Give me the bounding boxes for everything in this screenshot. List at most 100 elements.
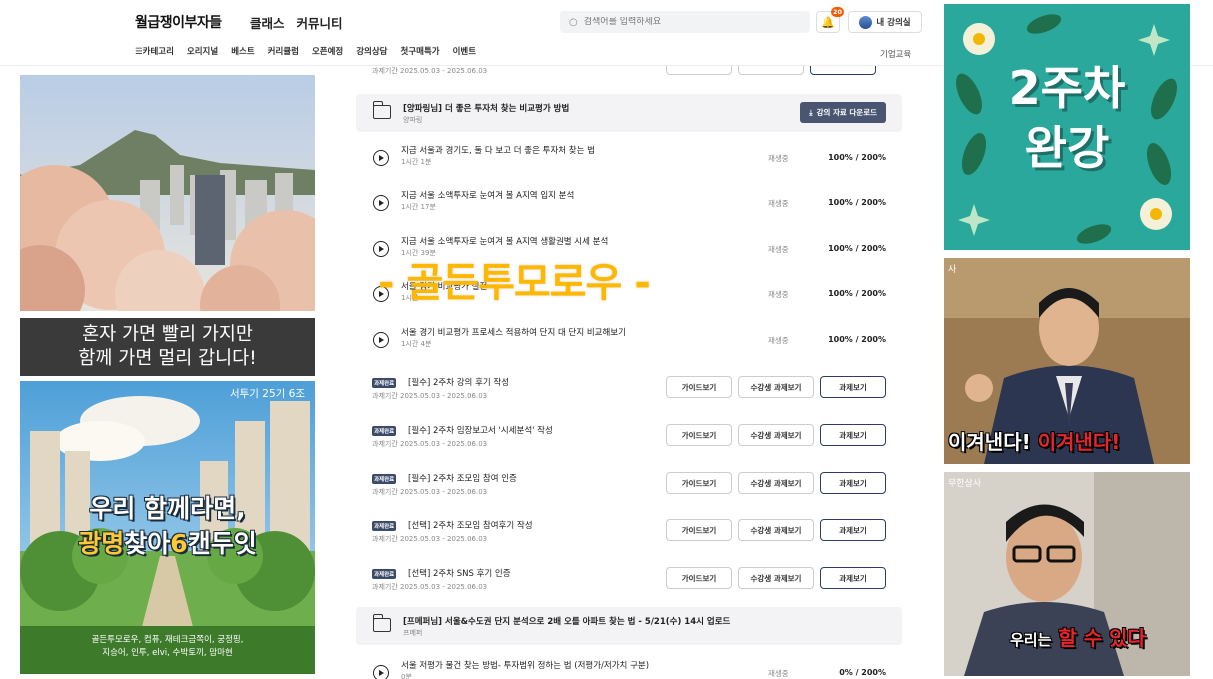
my-course-label: 내 강의실 (876, 18, 911, 28)
city-blossom-illustration (20, 75, 315, 311)
channel-logo: 사 (948, 265, 957, 275)
subnav-consult[interactable]: 강의상담 (356, 45, 387, 57)
team-tag: 서투기 25기 6조 (229, 388, 305, 400)
lesson-title: 서울 경기 비교평가 프로세스 적용하여 단지 대 단지 비교해보기 (401, 328, 626, 338)
lesson-row[interactable]: 지금 서울과 경기도, 둘 다 보고 더 좋은 투자처 찾는 법 1시간 1분 … (356, 136, 902, 178)
view-task-button[interactable]: 과제보기 (820, 567, 886, 589)
task-buttons: 가이드보기 수강생 과제보기 과제보기 (666, 376, 886, 398)
lesson-row[interactable]: 서울 저평가 물건 찾는 방법- 투자범위 정하는 법 (저평가/저가치 구분)… (356, 651, 902, 679)
task-complete-badge: 과제완료 (372, 521, 397, 531)
guide-button[interactable]: 가이드보기 (666, 424, 732, 446)
brand-logo[interactable]: 월급쟁이부자들 (135, 12, 222, 32)
search-icon: ○ (569, 16, 578, 28)
others-task-button[interactable]: 수강생 과제보기 (738, 472, 814, 494)
subnav-upcoming[interactable]: 오픈예정 (312, 45, 343, 57)
folder-icon (372, 101, 391, 119)
course-content-list: 과제기간 2025.05.03 - 2025.06.03 [양파링님] 더 좋은… (356, 66, 902, 679)
poster-word-chaja: 찾아 (124, 529, 171, 558)
play-icon[interactable] (373, 195, 389, 211)
play-icon[interactable] (373, 665, 389, 679)
team-poster: 서투기 25기 6조 우리 함께라면, 광명찾아6캔두잇 골든투모로우, 컴퓨,… (20, 381, 315, 674)
task-row: 과제완료 [필수] 2주차 조모임 참여 인증 과제기간 2025.05.03 … (356, 465, 902, 507)
caption-part-white: 이겨낸다! (948, 430, 1031, 454)
others-task-button[interactable] (738, 66, 804, 75)
subnav-first-purchase[interactable]: 첫구매특가 (401, 45, 440, 57)
lesson-duration: 1시간 4분 (401, 340, 432, 348)
task-period: 과제기간 2025.05.03 - 2025.06.03 (372, 583, 488, 591)
task-buttons-cut (666, 66, 876, 75)
lesson-progress: 100% / 200% (828, 153, 886, 162)
motto-line-2: 함께 가면 멀리 갑니다! (78, 348, 257, 369)
credits-line-2: 지승어, 인투, elvi, 수박토끼, 맘마현 (102, 648, 233, 658)
subnav-best[interactable]: 베스트 (231, 45, 254, 57)
subnav-original[interactable]: 오리지널 (187, 45, 218, 57)
view-task-button[interactable] (810, 66, 876, 75)
poster-word-six: 6 (170, 529, 188, 558)
task-complete-badge: 과제완료 (372, 378, 397, 388)
download-materials-button[interactable]: ⤓ 강의 자료 다운로드 (800, 102, 886, 123)
guide-button[interactable]: 가이드보기 (666, 519, 732, 541)
task-buttons: 가이드보기 수강생 과제보기 과제보기 (666, 519, 886, 541)
sticker-complete: 완강 (1024, 121, 1110, 175)
overlay-caption: - 골든투모로우 - (378, 260, 651, 306)
lesson-progress: 100% / 200% (828, 335, 886, 344)
task-row: 과제완료 [필수] 2주차 강의 후기 작성 과제기간 2025.05.03 -… (356, 369, 902, 411)
section-instructor: 양파링 (403, 116, 423, 124)
lesson-status: 재생중 (768, 154, 789, 163)
lesson-status: 재생중 (768, 245, 789, 254)
avatar (859, 15, 873, 29)
others-task-button[interactable]: 수강생 과제보기 (738, 376, 814, 398)
poster-word-gwangmyeong: 광명 (78, 529, 125, 558)
task-buttons: 가이드보기 수강생 과제보기 과제보기 (666, 424, 886, 446)
guide-button[interactable]: 가이드보기 (666, 376, 732, 398)
my-course-button[interactable]: 내 강의실 (848, 11, 922, 33)
view-task-button[interactable]: 과제보기 (820, 424, 886, 446)
others-task-button[interactable]: 수강생 과제보기 (738, 519, 814, 541)
task-row: 과제완료 [필수] 2주차 임장보고서 '시세분석' 작성 과제기간 2025.… (356, 417, 902, 459)
lesson-row[interactable]: 지금 서울 소액투자로 눈여겨 볼 A지역 입지 분석 1시간 17분 재생중 … (356, 181, 902, 223)
view-task-button[interactable]: 과제보기 (820, 376, 886, 398)
play-icon[interactable] (373, 150, 389, 166)
folder-icon (372, 614, 391, 632)
corporate-link[interactable]: 기업교육 (880, 48, 911, 60)
bell-icon: 🔔 (821, 15, 835, 29)
subnav-curriculum[interactable]: 커리큘럼 (268, 45, 299, 57)
nav-community[interactable]: 커뮤니티 (297, 13, 343, 32)
guide-button[interactable]: 가이드보기 (666, 567, 732, 589)
nav-class[interactable]: 클래스 (250, 13, 285, 32)
task-period: 과제기간 2025.05.03 - 2025.06.03 (372, 392, 488, 400)
download-label: 강의 자료 다운로드 (816, 108, 877, 117)
search-bar[interactable]: ○ (560, 11, 810, 33)
lesson-status: 재생중 (768, 199, 789, 208)
others-task-button[interactable]: 수강생 과제보기 (738, 567, 814, 589)
meme-caption-1: 이겨낸다! 이겨낸다! (948, 426, 1120, 455)
caption-part-white: 우리는 (1010, 631, 1052, 649)
section-title: [양파링님] 더 좋은 투자처 찾는 비교평가 방법 (403, 104, 570, 114)
credits-line-1: 골든투모로우, 컴퓨, 재테크금쪽이, 궁정핑, (91, 635, 244, 645)
section-title: [프메퍼님] 서울&수도권 단지 분석으로 2배 오를 아파트 찾는 법 - 5… (403, 617, 731, 627)
section-header[interactable]: [프메퍼님] 서울&수도권 단지 분석으로 2배 오를 아파트 찾는 법 - 5… (356, 607, 902, 645)
subnav-category[interactable]: ☰카테고리 (135, 45, 174, 57)
meme-image-2: 무한상사 우리는 할 수 있다 (944, 472, 1190, 676)
task-title: [필수] 2주차 조모임 참여 인증 (408, 474, 517, 484)
week2-complete-sticker: 2주차 완강 (944, 4, 1190, 250)
others-task-button[interactable]: 수강생 과제보기 (738, 424, 814, 446)
play-icon[interactable] (373, 332, 389, 348)
task-title: [선택] 2주차 SNS 후기 인증 (408, 569, 511, 579)
sticker-week: 2주차 (1008, 61, 1126, 115)
caption-part-red: 할 수 있다 (1058, 626, 1146, 650)
guide-button[interactable]: 가이드보기 (666, 472, 732, 494)
lesson-duration: 1시간 1분 (401, 158, 432, 166)
search-input[interactable] (583, 17, 784, 27)
lesson-title: 지금 서울 소액투자로 눈여겨 볼 A지역 생활권별 시세 분석 (401, 237, 609, 247)
meme-caption-2: 우리는 할 수 있다 (1010, 622, 1146, 651)
lesson-row[interactable]: 서울 경기 비교평가 프로세스 적용하여 단지 대 단지 비교해보기 1시간 4… (356, 318, 902, 360)
section-header[interactable]: [양파링님] 더 좋은 투자처 찾는 비교평가 방법 양파링 ⤓ 강의 자료 다… (356, 94, 902, 132)
guide-button[interactable] (666, 66, 732, 75)
view-task-button[interactable]: 과제보기 (820, 472, 886, 494)
view-task-button[interactable]: 과제보기 (820, 519, 886, 541)
task-period: 과제기간 2025.05.03 - 2025.06.03 (372, 535, 488, 543)
city-blossom-photo (20, 75, 315, 311)
subnav-event[interactable]: 이벤트 (453, 45, 476, 57)
notification-button[interactable]: 🔔 20 (816, 7, 844, 33)
